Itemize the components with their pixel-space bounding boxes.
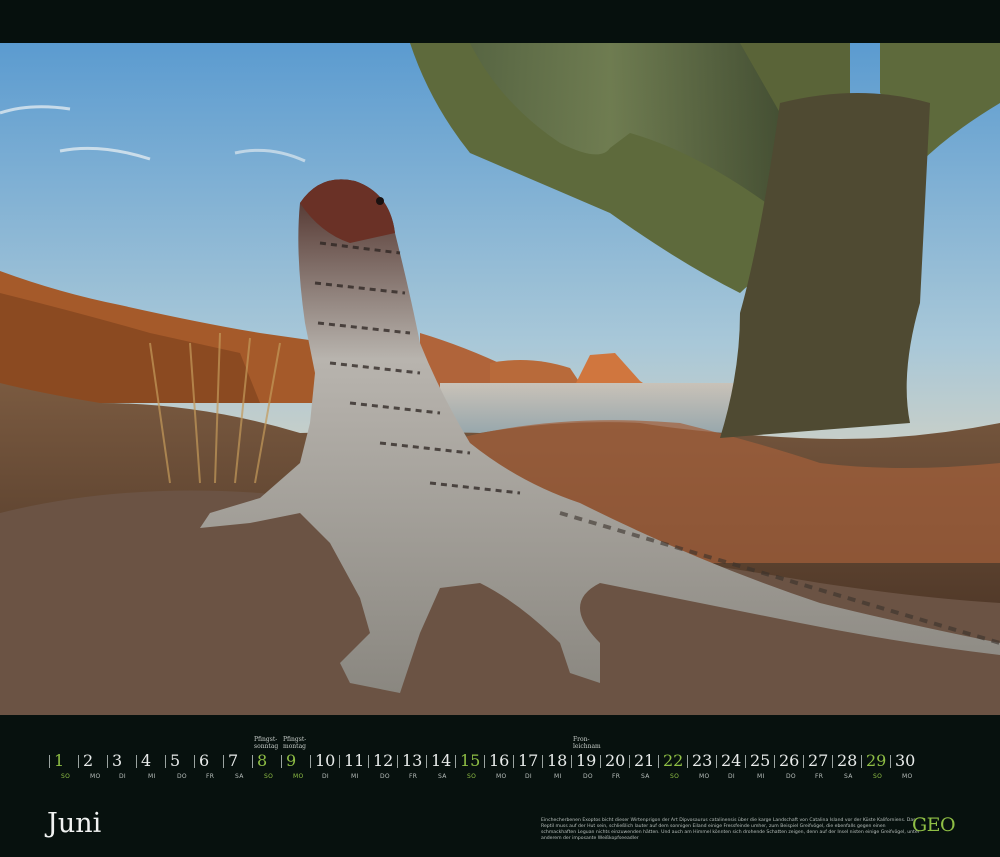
weekday-label: SA [844, 773, 853, 780]
weekday-label: MO [699, 773, 710, 780]
day-number: 29 [866, 751, 887, 770]
day-number: 8 [257, 751, 268, 770]
weekday-label: FR [612, 773, 621, 780]
weekday-label: FR [206, 773, 215, 780]
day-separator [803, 755, 804, 768]
weekday-label: DO [177, 773, 187, 780]
day-separator [194, 755, 195, 768]
day-separator [368, 755, 369, 768]
day-separator [165, 755, 166, 768]
day-number: 19 [576, 751, 597, 770]
day-separator [542, 755, 543, 768]
month-title: Juni [47, 808, 102, 839]
day-separator [890, 755, 891, 768]
day-number: 3 [112, 751, 123, 770]
day-number: 12 [373, 751, 394, 770]
day-separator [600, 755, 601, 768]
weekday-label: MI [351, 773, 359, 780]
day-separator [513, 755, 514, 768]
weekday-label: MI [554, 773, 562, 780]
day-number: 4 [141, 751, 152, 770]
day-separator [310, 755, 311, 768]
holiday-note: Fron- leichnam [573, 736, 601, 750]
day-number: 6 [199, 751, 210, 770]
weekday-label: SO [61, 773, 71, 780]
day-number: 26 [779, 751, 800, 770]
weekday-label: DI [119, 773, 126, 780]
day-separator [658, 755, 659, 768]
holiday-note: Pfingst- montag [283, 736, 307, 750]
weekday-label: MO [293, 773, 304, 780]
weekday-label: SA [438, 773, 447, 780]
holiday-note: Pfingst- sonntag [254, 736, 279, 750]
day-number: 5 [170, 751, 181, 770]
day-number: 22 [663, 751, 684, 770]
day-number: 16 [489, 751, 510, 770]
day-number: 9 [286, 751, 297, 770]
top-band [0, 0, 1000, 43]
day-number: 20 [605, 751, 626, 770]
day-separator [832, 755, 833, 768]
day-separator [78, 755, 79, 768]
day-number: 27 [808, 751, 829, 770]
day-number: 21 [634, 751, 655, 770]
day-separator [281, 755, 282, 768]
weekday-label: MO [496, 773, 507, 780]
day-number: 7 [228, 751, 239, 770]
day-number: 1 [54, 751, 65, 770]
weekday-label: SA [641, 773, 650, 780]
day-number: 10 [315, 751, 336, 770]
weekday-label: SO [467, 773, 477, 780]
day-number: 13 [402, 751, 423, 770]
day-separator [687, 755, 688, 768]
weekday-label: SO [670, 773, 680, 780]
weekday-label: DO [380, 773, 390, 780]
day-number: 17 [518, 751, 539, 770]
day-separator [484, 755, 485, 768]
weekday-label: MO [902, 773, 913, 780]
weekday-label: MI [757, 773, 765, 780]
weekday-label: DO [583, 773, 593, 780]
day-separator [339, 755, 340, 768]
day-separator [252, 755, 253, 768]
geo-logo: GEO [912, 814, 956, 836]
weekday-label: DI [525, 773, 532, 780]
weekday-label: MI [148, 773, 156, 780]
day-number: 11 [344, 751, 365, 770]
weekday-label: MO [90, 773, 101, 780]
day-separator [49, 755, 50, 768]
weekday-label: DI [322, 773, 329, 780]
day-separator [571, 755, 572, 768]
day-number: 24 [721, 751, 742, 770]
day-separator [136, 755, 137, 768]
day-number: 14 [431, 751, 452, 770]
weekday-label: SA [235, 773, 244, 780]
weekday-label: SO [264, 773, 274, 780]
weekday-label: SO [873, 773, 883, 780]
day-separator [223, 755, 224, 768]
day-separator [455, 755, 456, 768]
photo-caption: Einchecherbenen Exoptos bicht dieser Wir… [541, 818, 920, 841]
day-number: 23 [692, 751, 713, 770]
day-separator [861, 755, 862, 768]
day-separator [745, 755, 746, 768]
day-separator [107, 755, 108, 768]
day-number: 25 [750, 751, 771, 770]
lizard-photo [0, 43, 1000, 715]
day-number: 18 [547, 751, 568, 770]
day-separator [716, 755, 717, 768]
day-separator [774, 755, 775, 768]
day-separator [426, 755, 427, 768]
weekday-label: FR [409, 773, 418, 780]
weekday-label: DI [728, 773, 735, 780]
day-number: 28 [837, 751, 858, 770]
weekday-label: FR [815, 773, 824, 780]
day-separator [629, 755, 630, 768]
day-number: 15 [460, 751, 481, 770]
weekday-label: DO [786, 773, 796, 780]
day-number: 2 [83, 751, 94, 770]
day-separator [397, 755, 398, 768]
day-number: 30 [895, 751, 916, 770]
